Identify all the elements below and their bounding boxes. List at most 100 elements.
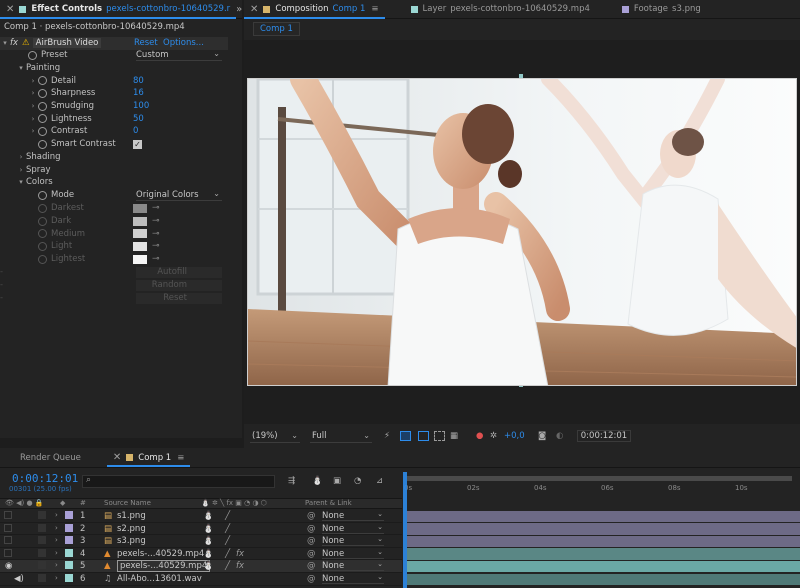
quality-switch-icon[interactable]: ╱ [225,511,230,521]
layer-name[interactable]: s3.png [117,536,146,546]
visibility-toggle[interactable] [4,523,12,532]
collapse-triangle-icon[interactable]: ▾ [16,178,26,186]
graph-editor-icon[interactable]: ⊿ [376,476,383,486]
shy-switch-icon[interactable]: ⛄ [203,511,214,521]
fx-switch-icon[interactable]: fx [236,549,244,559]
region-of-interest-icon[interactable] [434,431,445,441]
expand-triangle-icon[interactable]: › [28,77,38,85]
spray-group[interactable]: › Spray [0,163,228,176]
menu-icon[interactable]: ≡ [177,453,184,463]
tab-render-queue[interactable]: Render Queue [0,448,87,467]
expand-triangle-icon[interactable]: › [55,536,58,544]
quality-switch-icon[interactable]: ╱ [225,561,230,571]
resolution-dropdown[interactable]: Full ⌄ [310,430,372,443]
fx-switch-icon[interactable]: fx [236,561,244,571]
layer-duration-bar[interactable] [407,510,800,523]
tab-footage[interactable]: Footage s3.png [616,0,707,19]
pick-whip-icon[interactable]: @ [307,549,316,559]
lock-toggle[interactable] [38,511,46,519]
parent-dropdown[interactable]: None ⌄ [322,523,384,534]
tab-timeline-comp[interactable]: ✕ Comp 1 ≡ [106,448,191,467]
pick-whip-icon[interactable]: @ [307,574,316,584]
layer-duration-bar[interactable] [407,523,800,535]
parent-dropdown[interactable]: None ⌄ [322,548,384,559]
pick-whip-icon[interactable]: @ [307,536,316,546]
param-value[interactable]: 100 [133,101,149,111]
color-channels-icon[interactable]: ● [476,431,483,441]
close-icon[interactable]: ✕ [250,4,258,15]
eyedropper-icon[interactable]: ⊸ [152,229,160,239]
work-area-bar[interactable] [407,476,792,481]
layer-duration-bar-selected[interactable] [407,560,800,573]
audio-speaker-icon[interactable]: ◀) [14,574,24,584]
color-swatch[interactable] [133,254,147,264]
exposure-reset-icon[interactable]: ✲ [490,431,497,441]
visibility-toggle[interactable] [4,511,12,519]
painting-group[interactable]: ▾ Painting [0,62,228,75]
layer-label-color[interactable] [65,574,73,582]
layer-label-color[interactable] [65,561,73,570]
layer-row[interactable]: › 1 ▤ s1.png ⛄ ╱ @ None ⌄ [0,510,402,523]
layer-name[interactable]: s1.png [117,511,146,521]
eyedropper-icon[interactable]: ⊸ [152,203,160,213]
pick-whip-icon[interactable]: @ [307,524,316,534]
source-name-header[interactable]: Source Name [104,499,151,507]
param-value[interactable]: 0 [133,126,138,136]
eye-icon[interactable]: ◉ [5,561,12,571]
lock-toggle[interactable] [38,561,46,570]
expand-triangle-icon[interactable]: › [55,524,58,532]
panel-overflow-icon[interactable]: » [236,4,242,15]
exposure-value[interactable]: +0,0 [504,431,525,441]
layer-duration-bar[interactable] [407,573,800,586]
shy-switch-icon[interactable]: ⛄ [203,561,214,571]
playhead-indicator[interactable] [403,472,407,588]
timeline-current-time[interactable]: 0:00:12:01 [12,472,78,485]
tab-composition[interactable]: ✕ Composition Comp 1 ≡ [244,0,385,19]
quality-switch-icon[interactable]: ╱ [225,549,230,559]
layer-row-selected[interactable]: ◉ › 5 ▲ pexels-...40529.mp4 ⛄ ╱ fx @ Non… [0,560,402,573]
visibility-toggle[interactable] [4,536,12,545]
eyedropper-icon[interactable]: ⊸ [152,216,160,226]
grid-guides-icon[interactable]: ▦ [450,431,458,441]
tab-layer[interactable]: Layer pexels-cottonbro-10640529.mp4 [405,0,596,19]
eyedropper-icon[interactable]: ⊸ [152,241,160,251]
param-value[interactable]: 80 [133,76,144,86]
quality-switch-icon[interactable]: ╱ [225,524,230,534]
stopwatch-icon[interactable] [38,139,47,149]
time-ruler[interactable]: 0s 02s 04s 06s 08s 10s [403,474,800,496]
show-snapshot-icon[interactable]: ◐ [556,431,563,441]
snapshot-camera-icon[interactable]: ◙ [538,431,546,441]
current-time-display[interactable]: 0:00:12:01 [577,430,631,442]
color-swatch[interactable] [133,241,147,251]
layer-row[interactable]: › 2 ▤ s2.png ⛄ ╱ @ None ⌄ [0,523,402,536]
effect-header-row[interactable]: ▾ fx ⚠ AirBrush Video Reset Options... [0,37,228,50]
collapse-triangle-icon[interactable]: ▾ [0,39,10,47]
parent-dropdown[interactable]: None ⌄ [322,535,384,547]
layer-search-input[interactable]: ⌕ [82,475,275,488]
mask-visibility-icon[interactable] [418,431,429,441]
layer-name[interactable]: s2.png [117,524,146,534]
layer-label-color[interactable] [65,511,73,519]
expand-triangle-icon[interactable]: › [28,102,38,110]
expand-triangle-icon[interactable]: › [28,127,38,135]
composition-viewer[interactable] [247,78,797,386]
shading-group[interactable]: › Shading [0,151,228,164]
quality-switch-icon[interactable]: ╱ [225,536,230,546]
expand-triangle-icon[interactable]: › [28,115,38,123]
layer-duration-bar[interactable] [407,548,800,560]
menu-icon[interactable]: ≡ [371,4,378,14]
composition-mini-flowchart-icon[interactable]: ⇶ [288,476,295,486]
expand-triangle-icon[interactable]: › [55,511,58,519]
stopwatch-icon[interactable] [38,88,47,98]
stopwatch-icon[interactable] [38,76,47,86]
pick-whip-icon[interactable]: @ [307,561,316,571]
lock-toggle[interactable] [38,548,46,557]
preset-dropdown[interactable]: Custom ⌄ [136,49,222,61]
layer-duration-bar[interactable] [407,535,800,548]
smart-contrast-checkbox[interactable]: ✓ [133,139,142,149]
color-swatch[interactable] [133,203,147,213]
effect-name[interactable]: AirBrush Video [32,38,102,49]
close-icon[interactable]: ✕ [113,452,121,463]
layer-name[interactable]: pexels-...40529.mp4 [117,549,204,559]
expand-triangle-icon[interactable]: › [55,561,58,569]
